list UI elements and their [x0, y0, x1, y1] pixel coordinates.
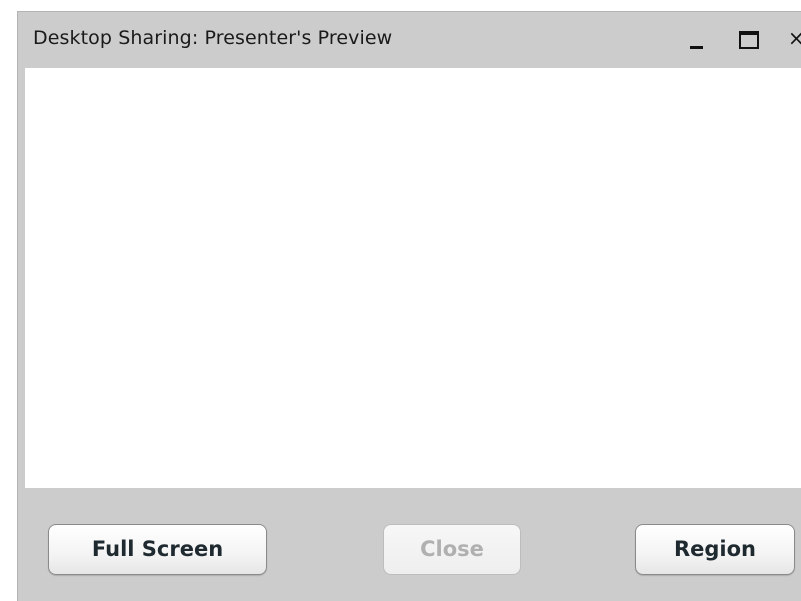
- full-screen-button[interactable]: Full Screen: [48, 524, 267, 575]
- close-glyph: ×: [788, 26, 801, 50]
- minimize-bar: [690, 46, 703, 49]
- window-title: Desktop Sharing: Presenter's Preview: [33, 27, 393, 49]
- close-button[interactable]: Close: [383, 524, 521, 575]
- maximize-box: [739, 31, 759, 49]
- presenter-preview-area: [25, 68, 801, 488]
- maximize-icon[interactable]: [737, 26, 763, 52]
- desktop-sharing-window: Desktop Sharing: Presenter's Preview × F…: [17, 11, 801, 601]
- title-bar[interactable]: Desktop Sharing: Presenter's Preview ×: [18, 12, 801, 67]
- close-icon[interactable]: ×: [788, 26, 801, 52]
- region-button[interactable]: Region: [635, 524, 795, 575]
- minimize-icon[interactable]: [685, 26, 709, 52]
